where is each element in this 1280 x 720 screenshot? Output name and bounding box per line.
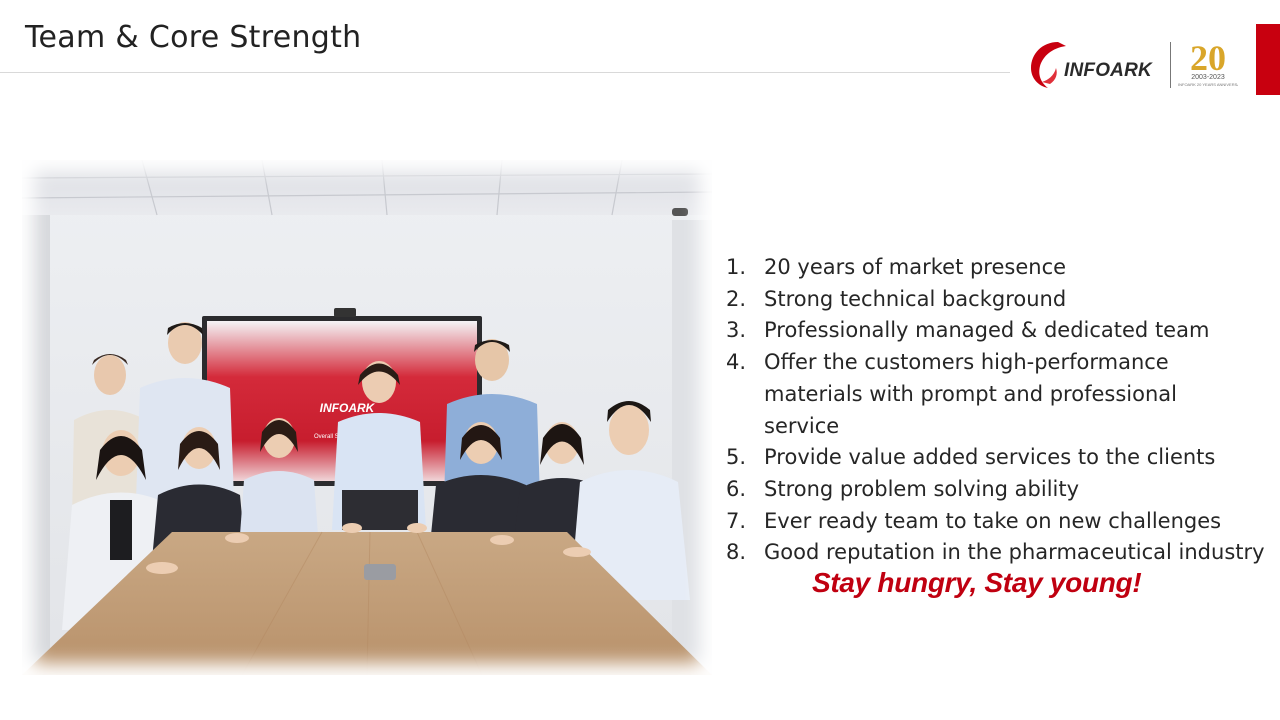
list-item: 7. Ever ready team to take on new challen… (726, 506, 1266, 538)
item-text: Good reputation in the pharmaceutical in… (764, 540, 1265, 565)
item-number: 1. (726, 255, 747, 279)
logo-divider (1170, 42, 1171, 88)
company-logo: INFOARK 20 2003-2023 INFOARK 20 YEARS AN… (1028, 36, 1238, 92)
item-number: 7. (726, 508, 747, 533)
anniversary-years: 2003-2023 (1191, 74, 1225, 81)
item-number: 2. (726, 286, 747, 311)
item-text: Offer the customers high-performance mat… (764, 350, 1177, 438)
anniversary-20-icon: 20 (1190, 38, 1226, 76)
team-photo: INFOARK Overall Solution (22, 160, 712, 675)
anniversary-number: 20 (1190, 38, 1226, 76)
logo-wordmark: INFOARK (1064, 60, 1152, 81)
item-text: Strong technical background (764, 286, 1067, 311)
list-item: 3. Professionally managed & dedicated tea… (726, 315, 1266, 347)
item-text: Ever ready team to take on new challenge… (764, 508, 1222, 533)
item-text: Strong problem solving ability (764, 476, 1080, 501)
infoark-swoosh-icon (1031, 42, 1066, 88)
item-text: 20 years of market presence (764, 255, 1067, 279)
item-number: 5. (726, 445, 747, 470)
item-number: 6. (726, 476, 747, 501)
anniversary-tagline: INFOARK 20 YEARS ANNIVERSARY (1178, 82, 1238, 87)
list-item: 8. Good reputation in the pharmaceutical … (726, 537, 1266, 569)
list-item: 2. Strong technical background (726, 284, 1266, 316)
accent-tab (1256, 24, 1280, 95)
slide-title: Team & Core Strength (25, 20, 362, 55)
item-number: 4. (726, 350, 747, 375)
item-text: Provide value added services to the clie… (764, 445, 1216, 470)
title-divider (0, 72, 1010, 73)
list-item: 5. Provide value added services to the cl… (726, 442, 1266, 474)
item-text: Professionally managed & dedicated team (764, 318, 1210, 343)
item-number: 3. (726, 318, 747, 343)
team-photo-illustration: INFOARK Overall Solution (22, 160, 712, 675)
list-item: 1. 20 years of market presence (726, 252, 1266, 284)
screen-brand: INFOARK (320, 401, 376, 415)
list-item: 4. Offer the customers high-performance m… (726, 347, 1266, 442)
list-item: 6. Strong problem solving ability (726, 474, 1266, 506)
strengths-list: 1. 20 years of market presence 2. Strong t… (726, 252, 1266, 569)
slogan: Stay hungry, Stay young! (812, 567, 1142, 598)
item-number: 8. (726, 540, 747, 565)
